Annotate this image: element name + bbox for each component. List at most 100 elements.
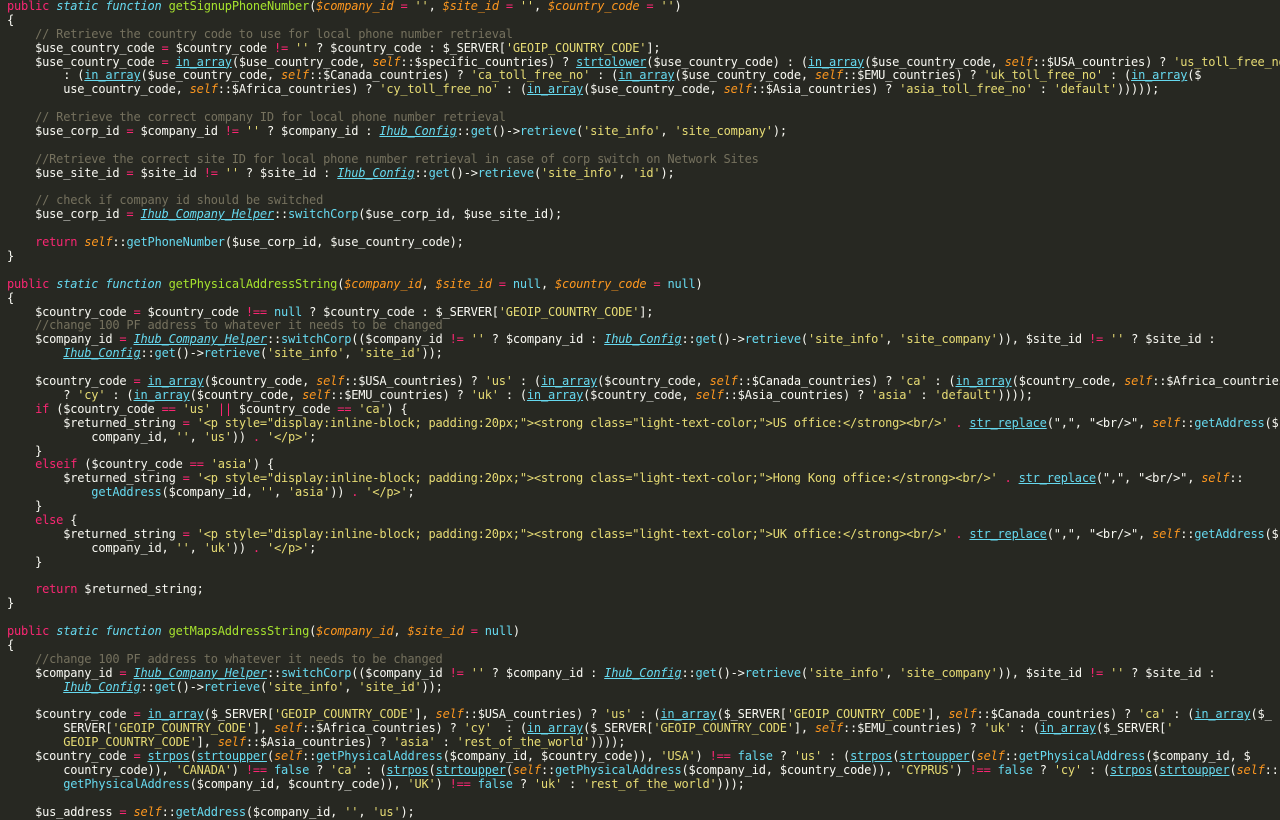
code-line[interactable]: $company_id = Ihub_Company_Helper::switc… (7, 665, 1280, 681)
code-line[interactable]: } (7, 555, 1280, 570)
code-token: ? $country_code : $_SERVER[ (302, 304, 499, 319)
code-line[interactable]: $country_code = in_array($_SERVER['GEOIP… (7, 707, 1280, 722)
code-token: false (997, 762, 1033, 777)
code-line[interactable]: public static function getSignupPhoneNum… (7, 0, 1280, 14)
code-token: self (1236, 762, 1265, 777)
code-line[interactable]: //change 100 PF address to whatever it n… (7, 652, 1280, 667)
code-line[interactable] (7, 361, 1280, 375)
code-line[interactable] (7, 181, 1280, 195)
code-line[interactable]: ? 'cy' : (in_array($country_code, self::… (7, 388, 1280, 403)
code-editor[interactable]: public static function getSignupPhoneNum… (0, 0, 1280, 820)
code-token: function (105, 0, 169, 13)
code-line[interactable]: //Retrieve the correct site ID for local… (7, 152, 1280, 167)
code-token: '' (245, 124, 260, 139)
code-token: self (273, 749, 303, 764)
code-token: !== (709, 749, 731, 764)
code-line[interactable]: $country_code = in_array($country_code, … (7, 374, 1280, 389)
code-line[interactable]: company_id, '', 'us')) . '</p>'; (7, 430, 1280, 445)
code-token: SERVER[ (7, 721, 113, 736)
code-token: Ihub_Config (63, 346, 141, 361)
code-token: ::$USA_countries) ? (463, 707, 605, 722)
code-token: $returned_string; (77, 582, 204, 597)
code-token: ? $company_id : (484, 332, 605, 347)
code-line[interactable]: public static function getMapsAddressStr… (7, 624, 1280, 639)
code-line[interactable]: SERVER['GEOIP_COUNTRY_CODE'], self::$Afr… (7, 721, 1280, 736)
code-token: : ( (1166, 707, 1195, 722)
code-line[interactable]: if ($country_code == 'us' || $country_co… (7, 402, 1280, 417)
code-line[interactable]: country_code)), 'CANADA') !== false ? 'c… (7, 762, 1280, 778)
code-line[interactable]: $use_site_id = $site_id != '' ? $site_id… (7, 165, 1280, 181)
code-line[interactable] (7, 139, 1280, 153)
code-line[interactable] (7, 264, 1280, 278)
code-line[interactable] (7, 570, 1280, 584)
code-line[interactable]: $company_id = Ihub_Company_Helper::switc… (7, 332, 1280, 347)
code-line[interactable]: use_country_code, self::$Africa_countrie… (7, 82, 1280, 97)
code-line[interactable]: $returned_string = '<p style="display:in… (7, 416, 1280, 431)
code-line[interactable]: { (7, 291, 1280, 306)
code-token: : ( (491, 721, 527, 736)
code-line[interactable]: $use_country_code = in_array($use_countr… (7, 55, 1280, 70)
code-line[interactable]: //change 100 PF address to whatever it n… (7, 319, 1280, 333)
code-line[interactable]: { (7, 13, 1280, 28)
code-line[interactable] (7, 222, 1280, 236)
code-token: retrieve (477, 165, 534, 180)
code-line[interactable] (7, 792, 1280, 806)
code-line[interactable]: Ihub_Config::get()->retrieve('site_info'… (7, 346, 1280, 361)
code-token: 'site_id' (358, 679, 422, 694)
code-line[interactable]: $country_code = $country_code !== null ?… (7, 304, 1280, 320)
code-token: false (273, 762, 310, 777)
code-token: strpos (386, 762, 429, 777)
code-token: $country_code (7, 304, 134, 319)
code-line[interactable]: else { (7, 512, 1280, 528)
code-line[interactable]: public static function getPhysicalAddres… (7, 277, 1280, 292)
code-token: 'site_info' (807, 332, 886, 347)
code-line[interactable]: } (7, 596, 1280, 611)
code-line[interactable]: $us_address = self::getAddress($company_… (7, 804, 1280, 820)
code-token: 'rest_of_the_world' (583, 776, 717, 791)
code-token: : ( (358, 762, 387, 777)
code-line[interactable] (7, 611, 1280, 625)
code-token: : ( (927, 374, 956, 389)
code-token: :: (266, 332, 281, 347)
code-line[interactable]: getAddress($company_id, '', 'asia')) . '… (7, 485, 1280, 500)
code-line[interactable]: // Retrieve the country code to use for … (7, 27, 1280, 42)
code-token: Ihub_Config (604, 665, 682, 680)
code-line[interactable]: // Retrieve the correct company ID for l… (7, 110, 1280, 125)
code-line[interactable]: Ihub_Config::get()->retrieve('site_info'… (7, 679, 1280, 695)
code-line[interactable]: } (7, 499, 1280, 514)
code-line[interactable]: elseif ($country_code == 'asia') { (7, 457, 1280, 472)
code-token: = (182, 526, 190, 541)
code-line[interactable]: } (7, 444, 1280, 459)
code-line[interactable]: getPhysicalAddress($company_id, $country… (7, 776, 1280, 792)
code-line[interactable]: $use_country_code = $country_code != '' … (7, 41, 1280, 56)
code-line[interactable]: company_id, '', 'uk')) . '</p>'; (7, 541, 1280, 556)
code-line[interactable]: return $returned_string; (7, 582, 1280, 597)
code-token: self (133, 804, 162, 819)
code-token: retrieve (744, 665, 801, 680)
code-line[interactable] (7, 97, 1280, 111)
code-line[interactable]: $use_corp_id = Ihub_Company_Helper::swit… (7, 207, 1280, 222)
code-line[interactable]: { (7, 638, 1280, 653)
code-line[interactable]: $country_code = strpos(strtoupper(self::… (7, 749, 1280, 764)
code-token: 'UK' (407, 776, 436, 791)
code-line[interactable]: GEOIP_COUNTRY_CODE'], self::$Asia_countr… (7, 735, 1280, 750)
code-token: retrieve (203, 346, 260, 361)
code-token: , (428, 0, 443, 13)
code-line[interactable]: // check if company id should be switche… (7, 194, 1280, 208)
code-token: else (35, 512, 64, 527)
code-line[interactable]: $use_corp_id = $company_id != '' ? $comp… (7, 124, 1280, 139)
code-token: ]; (639, 304, 654, 319)
code-line[interactable]: return self::getPhoneNumber($use_corp_id… (7, 235, 1280, 250)
code-line[interactable]: $returned_string = '<p style="display:in… (7, 471, 1280, 486)
code-line[interactable] (7, 695, 1280, 709)
code-token: ); (660, 165, 675, 180)
code-line[interactable]: : (in_array($use_country_code, self::$Ca… (7, 69, 1280, 83)
code-token: $company_id (7, 665, 120, 680)
code-line[interactable]: $returned_string = '<p style="display:in… (7, 526, 1280, 542)
code-line[interactable]: } (7, 249, 1280, 264)
code-token: (($company_id (351, 665, 450, 680)
